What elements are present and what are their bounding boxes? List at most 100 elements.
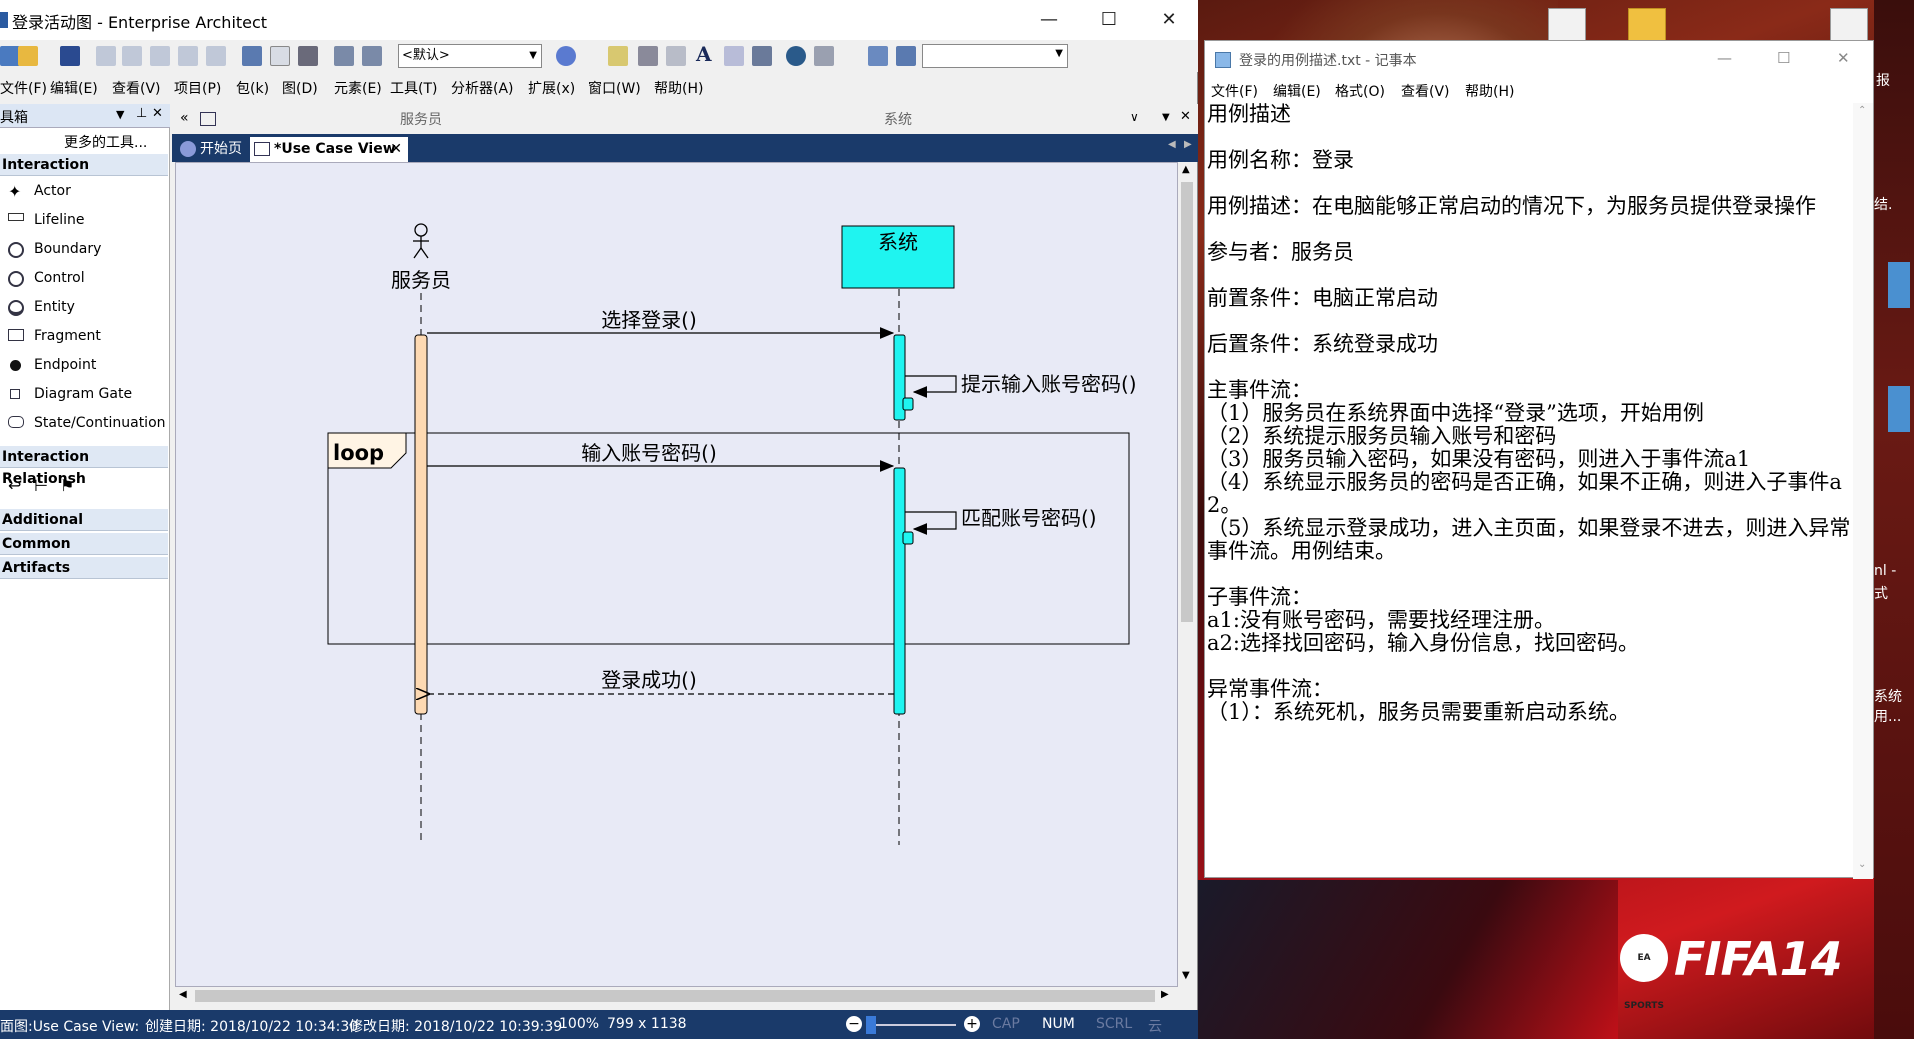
layout-icon[interactable] (638, 46, 658, 66)
toolbox-item-endpoint[interactable]: Endpoint (0, 352, 168, 378)
menu-file[interactable]: 文件(F) (0, 78, 47, 98)
menu-project[interactable]: 项目(P) (174, 78, 221, 98)
desktop-strip-icon-2[interactable] (1888, 386, 1910, 432)
search-icon[interactable] (334, 46, 354, 66)
style-select[interactable]: <默认> ▼ (398, 44, 542, 68)
close-button[interactable]: ✕ (1837, 49, 1850, 67)
toolbox-section-interaction[interactable]: Interaction (0, 154, 168, 176)
open-folder-icon[interactable] (18, 46, 38, 66)
zoom-slider-thumb[interactable] (866, 1016, 876, 1034)
scroll-right-icon[interactable]: ▶ (1161, 989, 1169, 1000)
menu-window[interactable]: 窗口(W) (588, 78, 641, 98)
menu-extensions[interactable]: 扩展(x) (528, 78, 575, 98)
menu-tools[interactable]: 工具(T) (390, 78, 437, 98)
menu-view[interactable]: 查看(V) (1401, 81, 1450, 101)
toolbox-item-diagram-gate[interactable]: Diagram Gate (0, 381, 168, 407)
image-icon[interactable] (896, 46, 916, 66)
canvas-horizontal-scrollbar[interactable]: ◀ ▶ (175, 987, 1178, 1005)
loop-fragment[interactable] (327, 432, 1130, 645)
toolbox-item-control[interactable]: Control (0, 265, 168, 291)
pen-icon[interactable] (814, 46, 834, 66)
tab-scroll-right-icon[interactable]: ▶ (1184, 139, 1192, 150)
doc-icon[interactable] (666, 46, 686, 66)
grid-icon[interactable] (608, 46, 628, 66)
scroll-thumb[interactable] (195, 990, 1155, 1002)
zoom-slider[interactable] (866, 1016, 956, 1034)
menu-element[interactable]: 元素(E) (334, 78, 382, 98)
canvas-vertical-scrollbar[interactable]: ▲ ▼ (1178, 162, 1196, 987)
actor-waiter[interactable] (413, 223, 429, 259)
find-icon[interactable] (242, 46, 262, 66)
menu-edit[interactable]: 编辑(E) (1273, 81, 1321, 101)
table-icon[interactable] (724, 46, 744, 66)
scroll-left-icon[interactable]: ◀ (179, 989, 187, 1000)
close-icon[interactable]: ✕ (1180, 109, 1191, 124)
diagram-canvas[interactable]: 服务员 系统 loop 选择登录() 提示输入账号密码() 输入账号密码() 匹… (175, 162, 1178, 987)
toolbox-item-lifeline[interactable]: Lifeline (0, 207, 168, 233)
toolbox-item-fragment[interactable]: Fragment (0, 323, 168, 349)
toolbox-section-interaction-relationships[interactable]: Interaction Relationsh (0, 446, 168, 487)
tab-use-case-view[interactable]: *Use Case View ✕ (250, 137, 408, 162)
font-icon[interactable]: A (696, 42, 712, 66)
notepad-title-bar[interactable]: 登录的用例描述.txt - 记事本 — ☐ ✕ (1205, 41, 1873, 79)
scroll-down-icon[interactable]: ⌄ (1858, 859, 1866, 870)
globe-icon[interactable] (786, 46, 806, 66)
close-icon[interactable]: ✕ (152, 106, 163, 121)
desktop-strip-icon-1[interactable] (1888, 262, 1910, 308)
close-button[interactable]: ✕ (1144, 0, 1194, 40)
window-icon[interactable] (868, 46, 888, 66)
notepad-vertical-scrollbar[interactable]: ⌃ ⌄ (1853, 103, 1873, 879)
menu-help[interactable]: 帮助(H) (1465, 81, 1514, 101)
menu-view[interactable]: 查看(V) (112, 78, 161, 98)
minimize-button[interactable]: — (1024, 0, 1074, 40)
list-icon[interactable] (752, 46, 772, 66)
minimize-button[interactable]: — (1717, 49, 1732, 67)
scroll-up-icon[interactable]: ▲ (1182, 164, 1190, 175)
maximize-button[interactable]: ☐ (1084, 0, 1134, 40)
scroll-down-icon[interactable]: ▼ (1182, 970, 1190, 981)
toolbox-item-boundary[interactable]: Boundary (0, 236, 168, 262)
cut-icon[interactable] (96, 46, 116, 66)
double-chevron-down-icon[interactable]: ∨ (1130, 110, 1139, 124)
return-icon[interactable]: ⚑ (60, 476, 74, 495)
toolbox-item-state-continuation[interactable]: State/Continuation (0, 410, 168, 436)
save-icon[interactable] (60, 46, 80, 66)
toolbox-item-actor[interactable]: ✦ Actor (0, 178, 168, 204)
toolbox-section-common[interactable]: Common (0, 533, 168, 555)
message-icon[interactable]: ↩ (8, 476, 21, 495)
more-tools-link[interactable]: 更多的工具... (64, 132, 147, 152)
page-icon[interactable] (270, 46, 290, 66)
inspect-icon[interactable] (362, 46, 382, 66)
toolbar-select[interactable]: ▼ (922, 44, 1068, 68)
print-icon[interactable] (298, 46, 318, 66)
close-icon[interactable]: ✕ (390, 137, 402, 161)
copy-icon[interactable] (122, 46, 142, 66)
message-arrow-4[interactable] (905, 511, 957, 535)
notepad-text-area[interactable]: 用例描述 用例名称：登录 用例描述：在电脑能够正常启动的情况下，为服务员提供登录操作… (1205, 103, 1853, 879)
menu-package[interactable]: 包(k) (236, 78, 269, 98)
menu-file[interactable]: 文件(F) (1211, 81, 1258, 101)
toolbox-section-artifacts[interactable]: Artifacts (0, 557, 168, 579)
call-icon[interactable]: ⊢ (34, 476, 48, 495)
menu-edit[interactable]: 编辑(E) (50, 78, 98, 98)
menu-help[interactable]: 帮助(H) (654, 78, 703, 98)
scroll-up-icon[interactable]: ⌃ (1858, 105, 1866, 116)
paste-icon[interactable] (150, 46, 170, 66)
maximize-button[interactable]: ☐ (1777, 49, 1790, 67)
toolbox-section-additional[interactable]: Additional (0, 509, 168, 531)
redo-icon[interactable] (206, 46, 226, 66)
menu-diagram[interactable]: 图(D) (282, 78, 318, 98)
menu-analyzer[interactable]: 分析器(A) (451, 78, 514, 98)
chevron-down-icon[interactable]: ▼ (116, 108, 124, 121)
scroll-thumb[interactable] (1181, 182, 1193, 622)
tab-start-page[interactable]: 开始页 (176, 137, 250, 162)
collapse-left-icon[interactable]: « (180, 110, 189, 126)
zoom-in-icon[interactable]: + (964, 1016, 980, 1032)
tab-scroll-left-icon[interactable]: ◀ (1168, 139, 1176, 150)
undo-icon[interactable] (178, 46, 198, 66)
new-icon[interactable] (0, 46, 20, 66)
zoom-out-icon[interactable]: − (846, 1016, 862, 1032)
menu-format[interactable]: 格式(O) (1335, 81, 1385, 101)
ea-title-bar[interactable]: 登录活动图 - Enterprise Architect — ☐ ✕ (0, 0, 1198, 40)
target-icon[interactable] (556, 46, 576, 66)
